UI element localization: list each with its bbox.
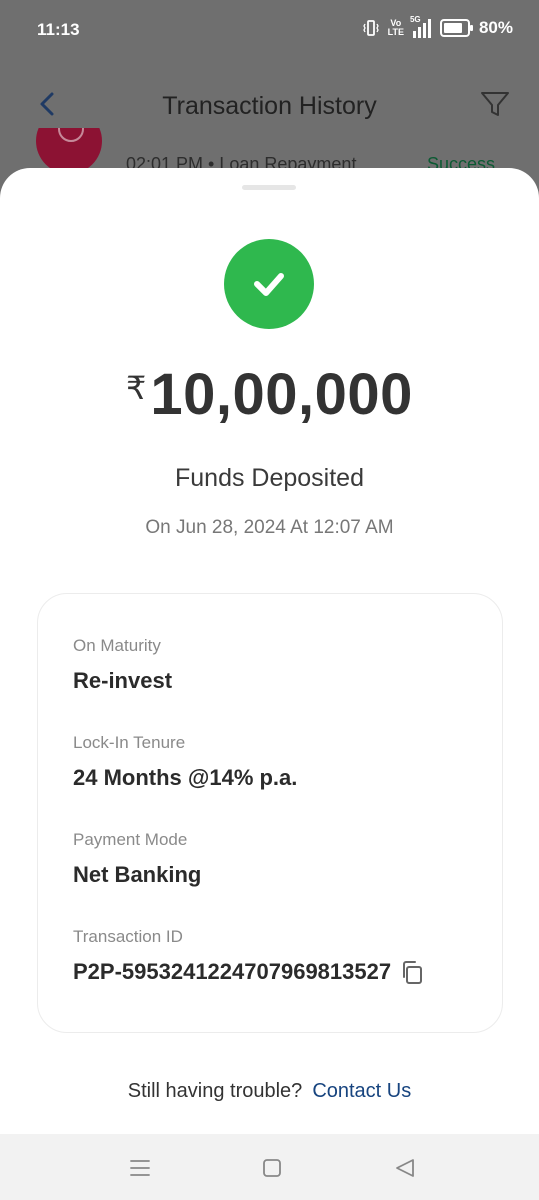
success-badge [224,239,314,329]
vibrate-icon [362,19,379,37]
signal-5g-icon: 5G [410,15,431,38]
status-icons: Vo LTE 5G 80% [362,15,513,38]
battery-icon [439,19,473,37]
recents-button[interactable] [128,1156,152,1180]
help-row: Still having trouble? Contact Us [0,1080,539,1103]
menu-icon [130,1160,150,1176]
help-text: Still having trouble? [127,1080,303,1102]
page-title: Transaction History [162,92,377,120]
detail-value: P2P-5953241224707969813527 [73,959,424,985]
detail-lock-in-tenure: Lock-In Tenure 24 Months @14% p.a. [73,733,297,791]
amount: ₹10,00,000 [0,361,539,428]
system-nav-bar [0,1134,539,1200]
filter-icon [481,92,509,116]
sheet-drag-handle[interactable] [242,185,296,190]
detail-transaction-id: Transaction ID P2P-595324122470796981352… [73,927,424,985]
back-triangle-icon [396,1159,414,1177]
contact-us-link[interactable]: Contact Us [312,1080,411,1102]
detail-value: 24 Months @14% p.a. [73,765,298,790]
detail-on-maturity: On Maturity Re-invest [73,636,172,694]
amount-value: 10,00,000 [150,362,413,427]
home-button[interactable] [260,1156,284,1180]
home-square-icon [263,1159,281,1177]
transaction-title: Funds Deposited [174,464,364,492]
battery-percent: 80% [478,18,513,37]
detail-value: Net Banking [73,862,202,887]
filter-button[interactable] [479,88,511,120]
transaction-date: On Jun 28, 2024 At 12:07 AM [145,517,394,538]
copy-icon [403,961,423,984]
transaction-id-value: P2P-5953241224707969813527 [73,959,392,984]
system-back-button[interactable] [393,1156,417,1180]
detail-value: Re-invest [73,668,173,693]
details-card: On Maturity Re-invest Lock-In Tenure 24 … [37,593,503,1033]
detail-label: Lock-In Tenure [73,733,186,752]
status-bar: 11:13 Vo LTE 5G 80% [0,0,539,62]
copy-button[interactable] [400,959,424,985]
check-icon [254,273,284,296]
detail-payment-mode: Payment Mode Net Banking [73,830,201,888]
status-time: 11:13 [37,20,80,39]
screen: 11:13 Vo LTE 5G 80% Transaction History … [0,0,539,1200]
detail-label: Transaction ID [73,927,183,946]
transaction-detail-sheet: ₹10,00,000 Funds Deposited On Jun 28, 20… [0,168,539,1134]
currency-symbol: ₹ [126,370,147,406]
detail-label: On Maturity [73,636,161,655]
volte-icon: Vo LTE [387,18,404,37]
detail-label: Payment Mode [73,830,188,849]
